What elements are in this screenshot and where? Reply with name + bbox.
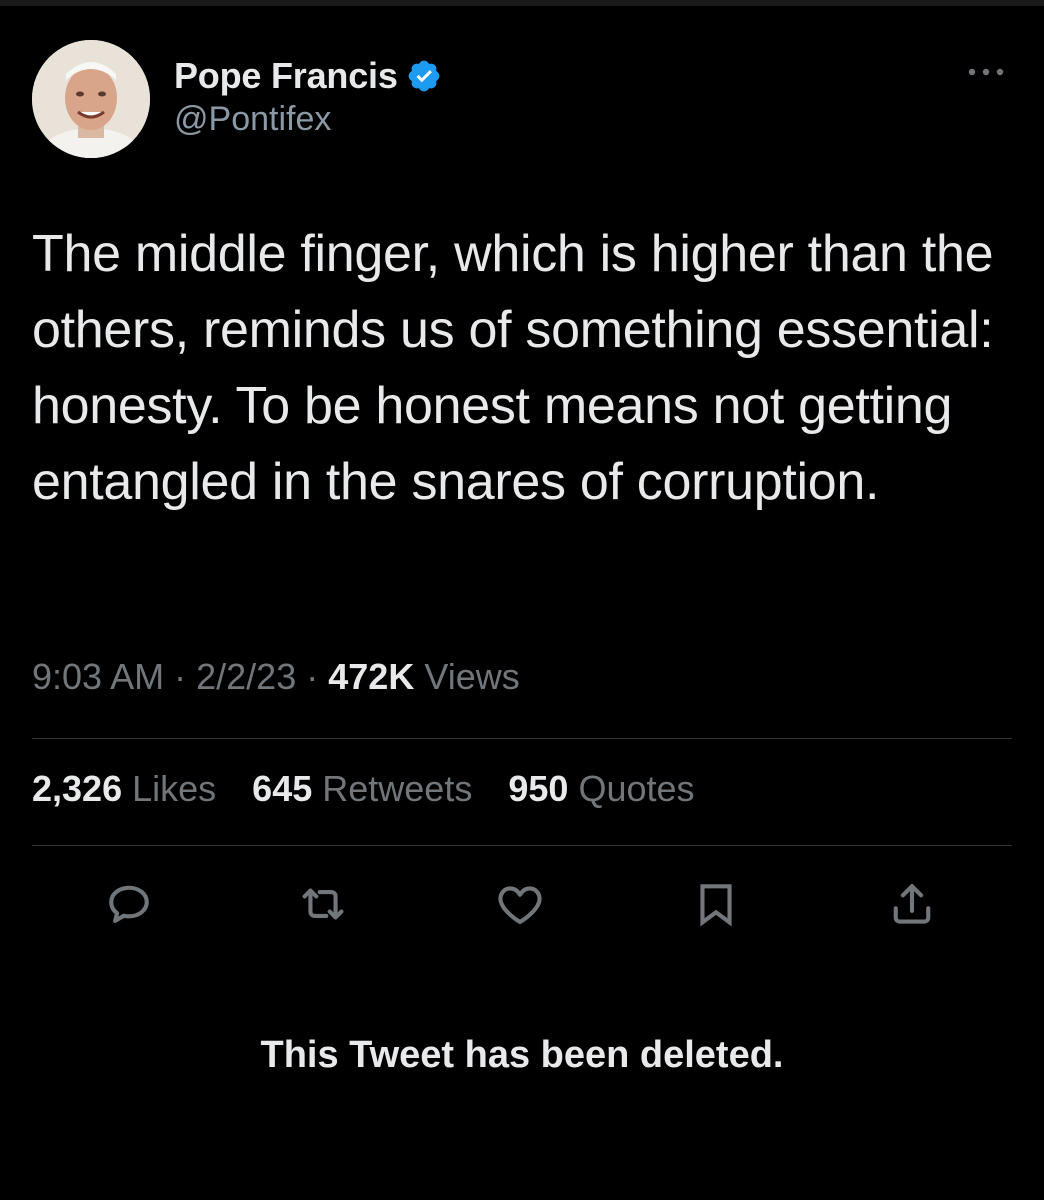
top-edge <box>0 0 1044 6</box>
meta-separator: · <box>306 656 319 697</box>
share-button[interactable] <box>882 872 942 936</box>
meta-separator: · <box>174 656 187 697</box>
tweet-header: Pope Francis @Pontifex <box>32 40 1012 160</box>
tweet-time[interactable]: 9:03 AM <box>32 656 164 697</box>
handle[interactable]: @Pontifex <box>174 100 442 139</box>
retweets-stat[interactable]: 645 Retweets <box>252 768 482 809</box>
quotes-stat[interactable]: 950 Quotes <box>508 768 694 809</box>
retweets-count: 645 <box>252 768 313 809</box>
bookmark-button[interactable] <box>686 872 746 936</box>
quotes-count: 950 <box>508 768 569 809</box>
bookmark-icon <box>700 884 732 927</box>
divider <box>32 845 1012 846</box>
divider <box>32 738 1012 739</box>
retweet-button[interactable] <box>293 872 353 936</box>
likes-count: 2,326 <box>32 768 123 809</box>
tweet-date[interactable]: 2/2/23 <box>196 656 296 697</box>
name-row: Pope Francis <box>174 54 442 98</box>
likes-label: Likes <box>132 768 217 809</box>
reply-button[interactable] <box>99 872 159 936</box>
views-label: Views <box>424 656 520 697</box>
views-count: 472K <box>328 656 415 697</box>
like-button[interactable] <box>490 872 550 936</box>
deleted-notice: This Tweet has been deleted. <box>260 1034 784 1076</box>
likes-stat[interactable]: 2,326 Likes <box>32 768 226 809</box>
quotes-label: Quotes <box>578 768 695 809</box>
author-info: Pope Francis @Pontifex <box>174 54 442 139</box>
retweet-icon <box>302 888 344 920</box>
retweets-label: Retweets <box>322 768 473 809</box>
tweet-text: The middle finger, which is higher than … <box>32 225 994 511</box>
pope-avatar-image <box>32 40 150 158</box>
more-options-icon[interactable] <box>966 62 1006 82</box>
like-icon <box>498 886 542 925</box>
avatar[interactable] <box>32 40 150 158</box>
display-name[interactable]: Pope Francis <box>174 55 398 97</box>
tweet-meta: 9:03 AM · 2/2/23 · 472K Views <box>32 656 520 698</box>
verified-badge-icon <box>406 58 442 94</box>
action-bar <box>0 872 1044 942</box>
share-icon <box>893 884 931 924</box>
tweet-stats: 2,326 Likes 645 Retweets 950 Quotes <box>32 768 721 810</box>
reply-icon <box>109 885 149 923</box>
